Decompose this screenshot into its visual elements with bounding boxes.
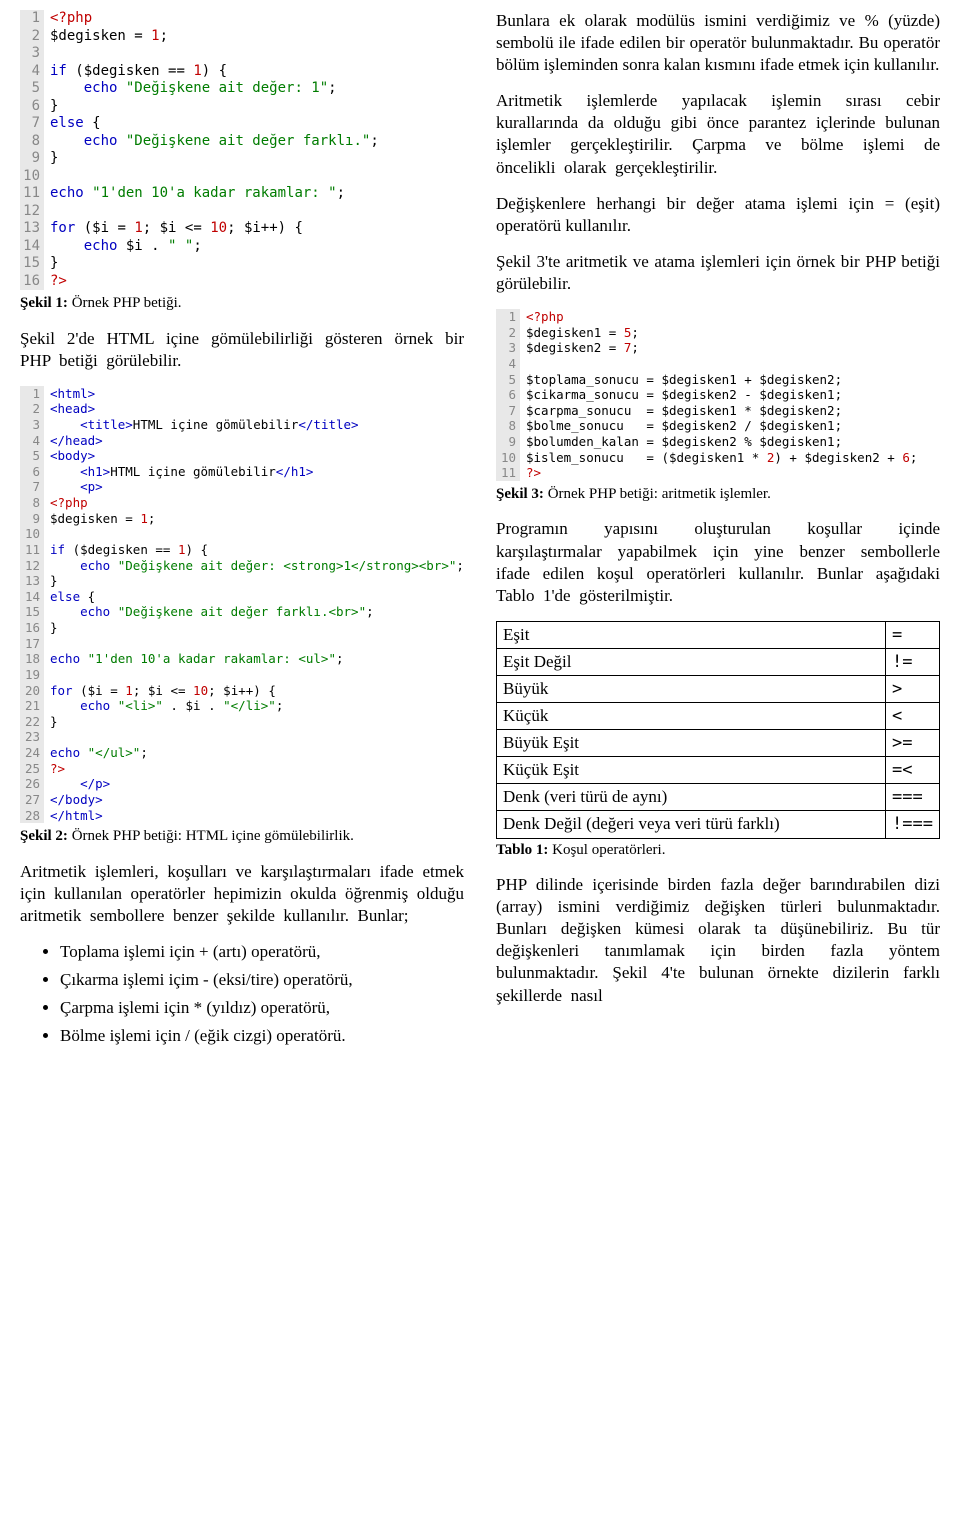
- caption-3-label: Şekil 3:: [496, 486, 544, 502]
- caption-1-label: Şekil 1:: [20, 295, 68, 311]
- table-row: Büyük Eşit>=: [497, 730, 940, 757]
- op-name: Büyük: [497, 675, 886, 702]
- code-block-2: 1<html>2<head>3 <title>HTML içine gömüle…: [20, 386, 464, 824]
- caption-2-label: Şekil 2:: [20, 828, 68, 844]
- table-row: Küçük Eşit=<: [497, 757, 940, 784]
- caption-1: Şekil 1: Örnek PHP betiği.: [20, 294, 464, 314]
- para-right-4: Şekil 3'te aritmetik ve atama işlemleri …: [496, 251, 940, 295]
- caption-4: Tablo 1: Koşul operatörleri.: [496, 841, 940, 861]
- para-left-2: Aritmetik işlemleri, koşulları ve karşıl…: [20, 861, 464, 927]
- op-symbol: !===: [886, 811, 940, 838]
- caption-4-label: Tablo 1:: [496, 842, 548, 858]
- op-name: Eşit: [497, 621, 886, 648]
- caption-3-text: Örnek PHP betiği: aritmetik işlemler.: [544, 486, 771, 502]
- table-row: Denk Değil (değeri veya veri türü farklı…: [497, 811, 940, 838]
- para-right-2: Aritmetik işlemlerde yapılacak işlemin s…: [496, 90, 940, 178]
- operator-bullets: Toplama işlemi için + (artı) operatörü, Ç…: [20, 941, 464, 1047]
- caption-3: Şekil 3: Örnek PHP betiği: aritmetik işl…: [496, 485, 940, 505]
- code-block-1: 1<?php2$degisken = 1;3 4if ($degisken ==…: [20, 10, 464, 290]
- op-symbol: ===: [886, 784, 940, 811]
- op-symbol: >: [886, 675, 940, 702]
- operator-table: Eşit=Eşit Değil!=Büyük>Küçük<Büyük Eşit>…: [496, 621, 940, 839]
- table-row: Eşit=: [497, 621, 940, 648]
- caption-1-text: Örnek PHP betiği.: [68, 295, 182, 311]
- list-item: Toplama işlemi için + (artı) operatörü,: [60, 941, 464, 963]
- table-row: Denk (veri türü de aynı)===: [497, 784, 940, 811]
- op-name: Eşit Değil: [497, 648, 886, 675]
- table-row: Küçük<: [497, 703, 940, 730]
- op-name: Büyük Eşit: [497, 730, 886, 757]
- op-name: Denk Değil (değeri veya veri türü farklı…: [497, 811, 886, 838]
- op-symbol: <: [886, 703, 940, 730]
- list-item: Çıkarma işlemi içim - (eksi/tire) operat…: [60, 969, 464, 991]
- para-right-6: PHP dilinde içerisinde birden fazla değe…: [496, 874, 940, 1007]
- caption-2: Şekil 2: Örnek PHP betiği: HTML içine gö…: [20, 827, 464, 847]
- op-name: Denk (veri türü de aynı): [497, 784, 886, 811]
- op-symbol: >=: [886, 730, 940, 757]
- op-symbol: =<: [886, 757, 940, 784]
- table-row: Büyük>: [497, 675, 940, 702]
- para-right-3: Değişkenlere herhangi bir değer atama iş…: [496, 193, 940, 237]
- op-symbol: =: [886, 621, 940, 648]
- para-right-1: Bunlara ek olarak modülüs ismini verdiği…: [496, 10, 940, 76]
- para-left-1: Şekil 2'de HTML içine gömülebilirliği gö…: [20, 328, 464, 372]
- list-item: Çarpma işlemi için * (yıldız) operatörü,: [60, 997, 464, 1019]
- caption-2-text: Örnek PHP betiği: HTML içine gömülebilir…: [68, 828, 354, 844]
- op-symbol: !=: [886, 648, 940, 675]
- table-row: Eşit Değil!=: [497, 648, 940, 675]
- para-right-5: Programın yapısını oluşturulan koşullar …: [496, 518, 940, 606]
- code-block-3: 1<?php2$degisken1 = 5;3$degisken2 = 7;4 …: [496, 309, 940, 481]
- op-name: Küçük Eşit: [497, 757, 886, 784]
- op-name: Küçük: [497, 703, 886, 730]
- list-item: Bölme işlemi için / (eğik cizgi) operatö…: [60, 1025, 464, 1047]
- caption-4-text: Koşul operatörleri.: [548, 842, 665, 858]
